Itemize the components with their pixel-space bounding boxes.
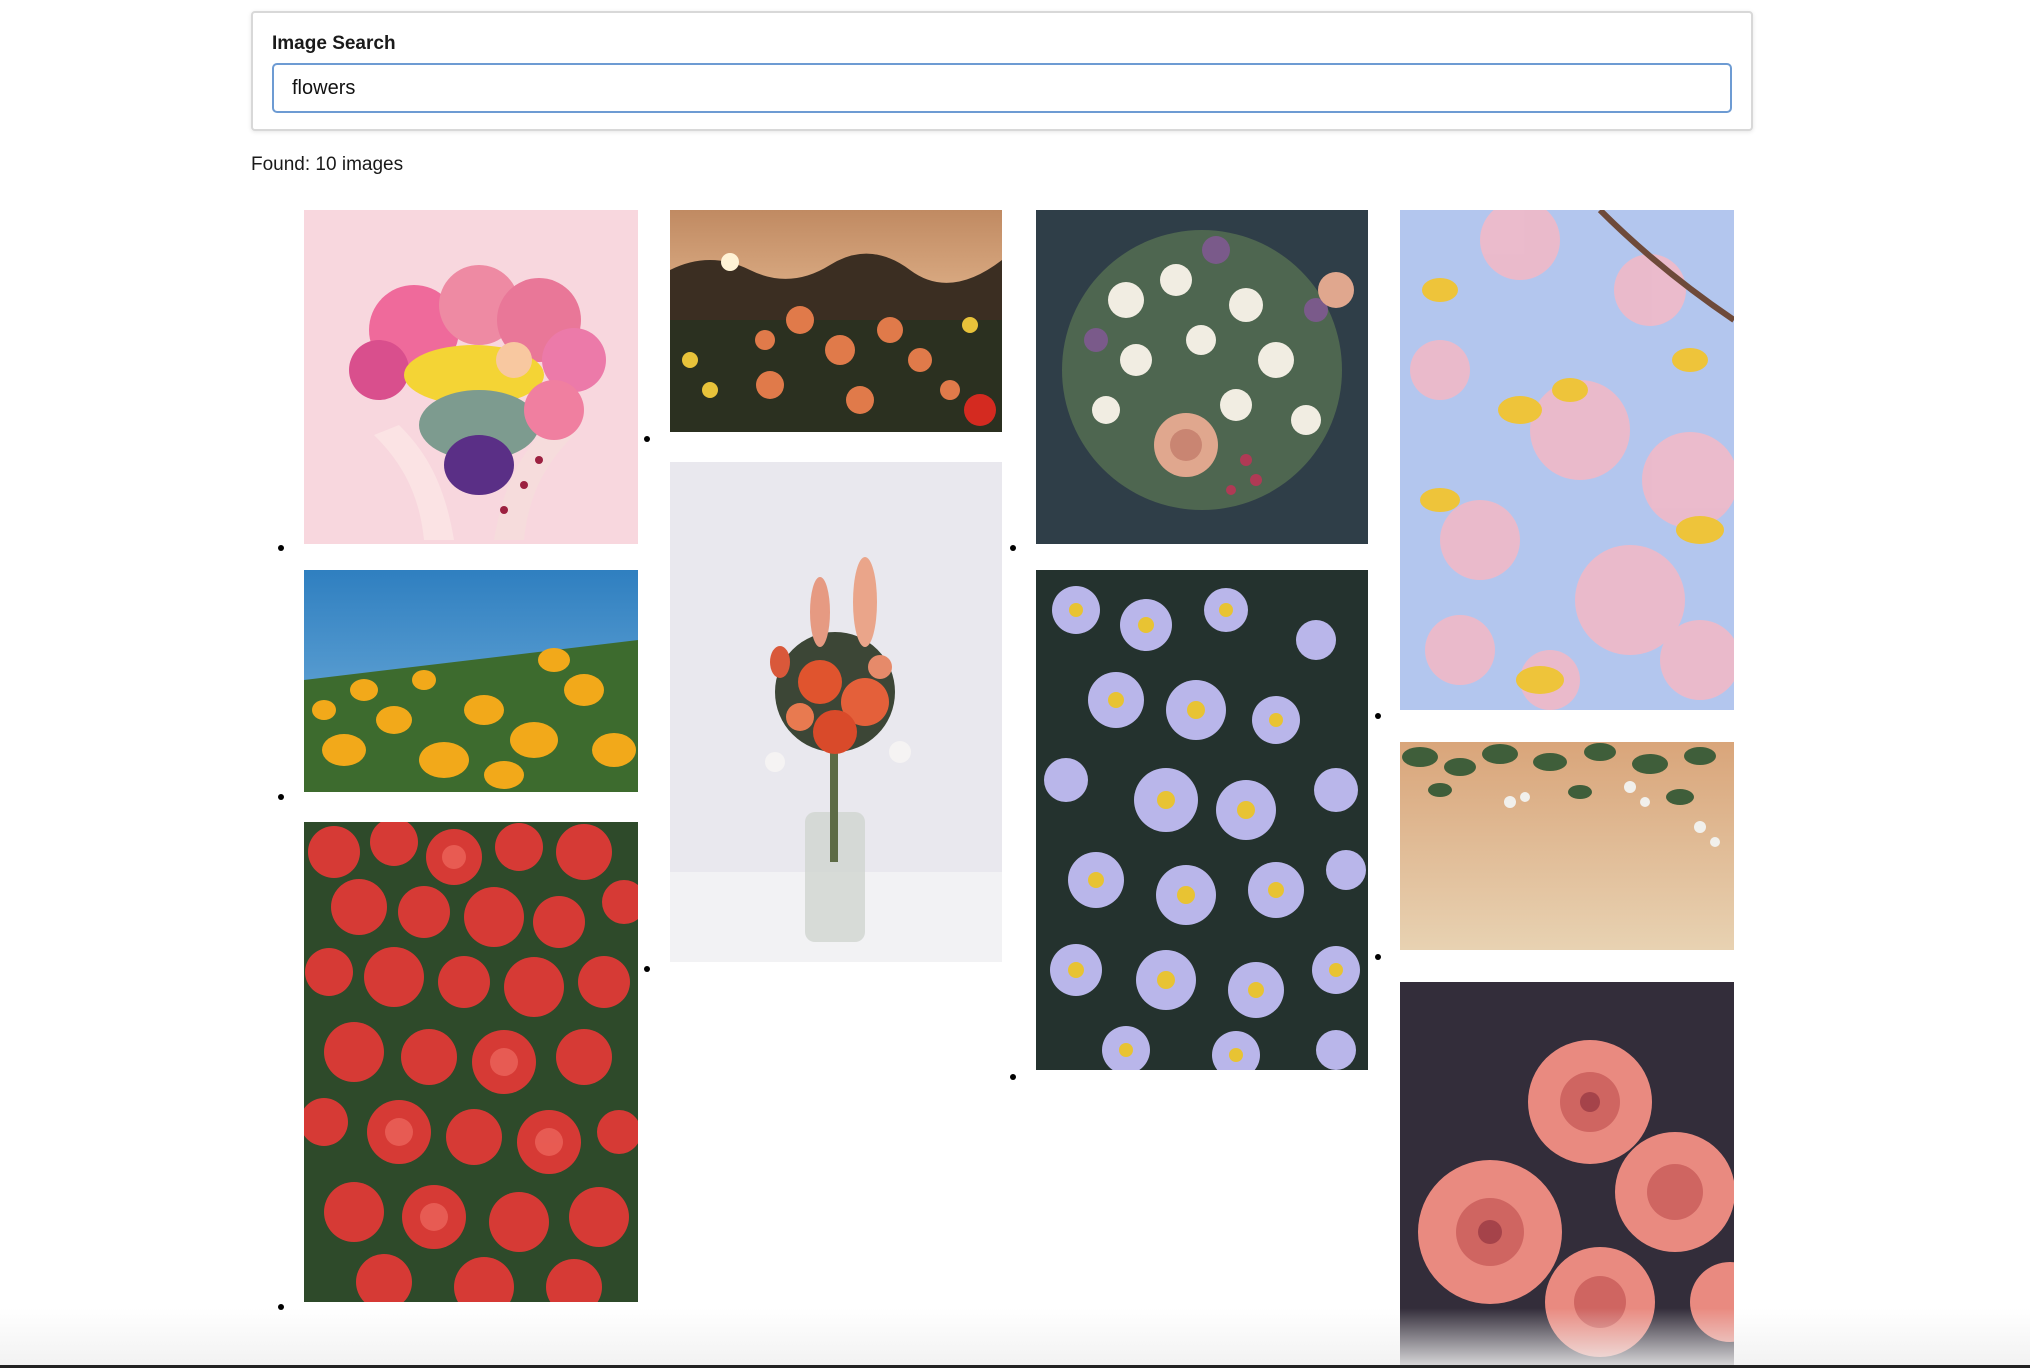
image-tile[interactable] [1036,210,1368,544]
image-tile[interactable] [304,822,638,1302]
image-tile[interactable] [1400,742,1734,950]
list-bullet [278,545,284,551]
image-tile[interactable] [670,210,1002,432]
list-bullet [1010,545,1016,551]
list-bullet [644,436,650,442]
vines-on-wood-image [1400,742,1734,950]
image-tile[interactable] [670,462,1002,962]
bottom-fade [0,1308,2030,1368]
heart-bouquet-image [304,210,638,544]
list-bullet [1375,954,1381,960]
sunset-flowers-image [670,210,1002,432]
vase-bouquet-image [670,462,1002,962]
search-panel: Image Search [251,11,1753,131]
image-tile[interactable] [304,570,638,792]
cherry-blossom-image [1400,210,1734,710]
rose-bouquet-image [1036,210,1368,544]
image-tile[interactable] [1400,210,1734,710]
purple-asters-image [1036,570,1368,1070]
search-label: Image Search [272,33,396,54]
image-tile[interactable] [304,210,638,544]
list-bullet [1375,713,1381,719]
list-bullet [644,966,650,972]
result-count: Found: 10 images [251,154,404,175]
list-bullet [278,794,284,800]
list-bullet [1010,1074,1016,1080]
red-begonias-image [304,822,638,1302]
search-input[interactable] [272,63,1732,113]
image-tile[interactable] [1036,570,1368,1070]
yellow-poppies-image [304,570,638,792]
